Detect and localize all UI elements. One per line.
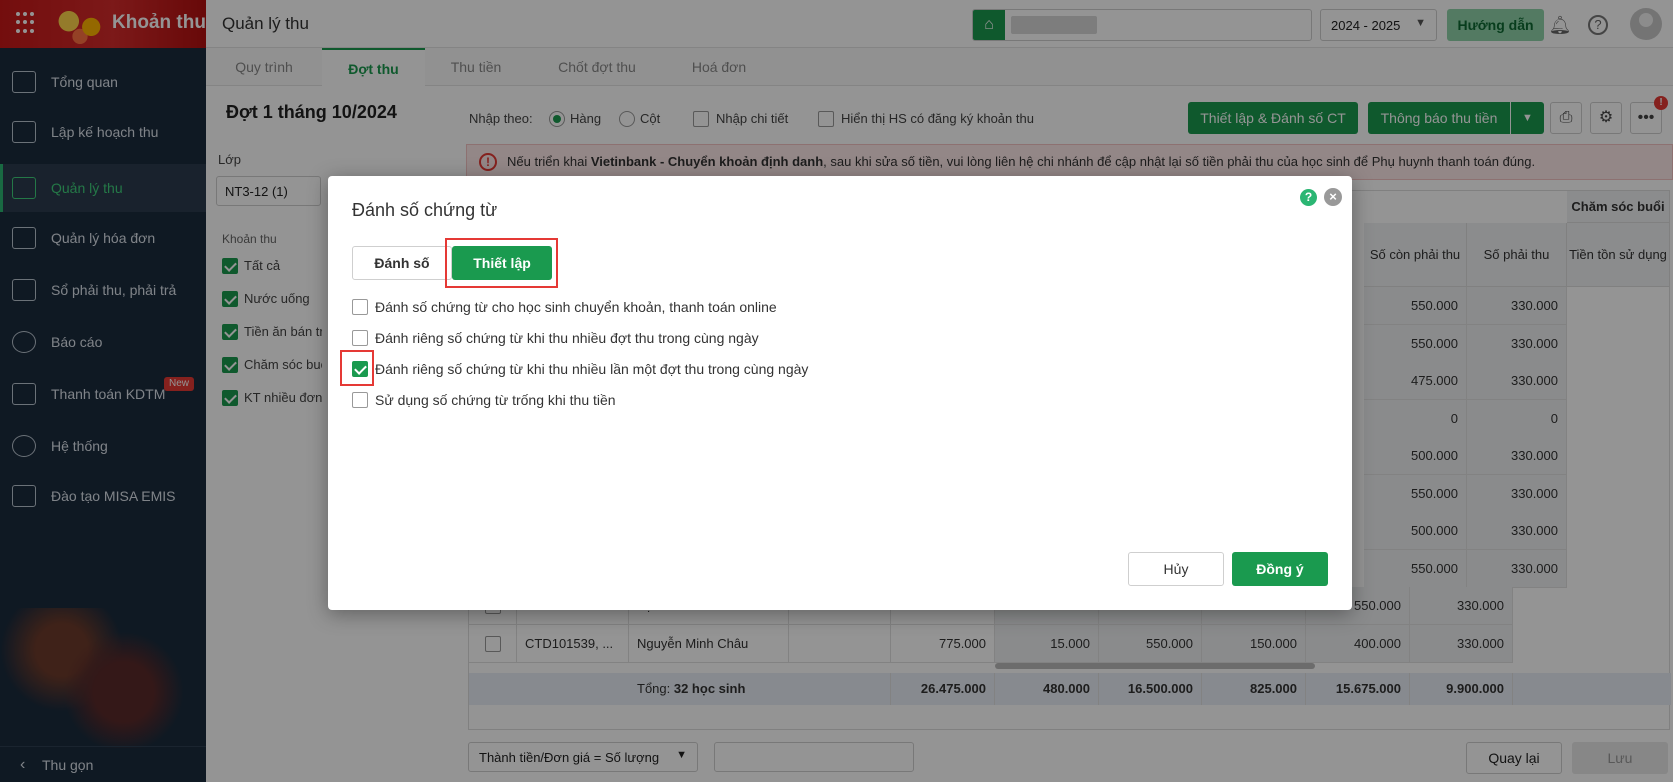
tab-numbering[interactable]: Đánh số bbox=[352, 246, 452, 280]
option-multiple-rounds[interactable]: Đánh riêng số chứng từ khi thu nhiều đợt… bbox=[352, 328, 952, 350]
close-icon[interactable]: × bbox=[1324, 188, 1342, 206]
option-label: Đánh riêng số chứng từ khi thu nhiều lần… bbox=[375, 361, 809, 377]
option-checkbox[interactable] bbox=[352, 299, 368, 315]
option-label: Sử dụng số chứng từ trống khi thu tiền bbox=[375, 392, 616, 408]
highlight-box bbox=[340, 350, 374, 386]
option-multiple-times[interactable]: Đánh riêng số chứng từ khi thu nhiều lần… bbox=[352, 359, 952, 381]
confirm-button[interactable]: Đồng ý bbox=[1232, 552, 1328, 586]
option-empty-number[interactable]: Sử dụng số chứng từ trống khi thu tiền bbox=[352, 390, 952, 412]
dialog-title: Đánh số chứng từ bbox=[352, 200, 498, 220]
option-online-payment[interactable]: Đánh số chứng từ cho học sinh chuyển kho… bbox=[352, 297, 952, 319]
option-checkbox[interactable] bbox=[352, 330, 368, 346]
option-label: Đánh riêng số chứng từ khi thu nhiều đợt… bbox=[375, 330, 759, 346]
cancel-button[interactable]: Hủy bbox=[1128, 552, 1224, 586]
option-label: Đánh số chứng từ cho học sinh chuyển kho… bbox=[375, 299, 777, 315]
option-checkbox[interactable] bbox=[352, 392, 368, 408]
app-root: Khoản thu Quản lý thu ⌂ 2024 - 2025 ▼ Hư… bbox=[0, 0, 1673, 782]
highlight-box bbox=[445, 238, 558, 288]
numbering-dialog: Đánh số chứng từ ? × Đánh số Thiết lập Đ… bbox=[328, 176, 1352, 610]
help-icon[interactable]: ? bbox=[1300, 189, 1317, 206]
